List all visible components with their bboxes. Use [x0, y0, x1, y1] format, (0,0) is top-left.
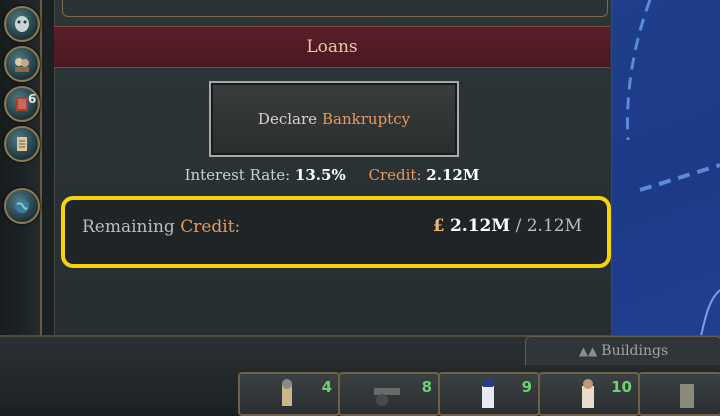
globe-icon[interactable] — [4, 188, 40, 224]
remaining-word: Remaining — [82, 217, 175, 237]
tab-buildings[interactable]: ▲▲ Buildings — [525, 336, 720, 365]
remaining-credit-word: Credit: — [180, 217, 241, 237]
buildings-icon: ▲▲ — [578, 344, 598, 358]
infantry-icon — [282, 379, 292, 406]
left-sidebar: 6 — [0, 0, 42, 340]
people-icon[interactable] — [4, 46, 40, 82]
unit-count: 9 — [521, 378, 532, 396]
unit-card-artillery[interactable]: 8 — [338, 372, 440, 416]
cavalry-icon — [582, 379, 594, 408]
scroll-icon[interactable] — [4, 126, 40, 162]
remaining-credit-value: £ 2.12M / 2.12M — [433, 216, 582, 236]
remaining-total: / 2.12M — [515, 216, 582, 236]
buildings-label: Buildings — [601, 343, 669, 359]
interest-rate-label: Interest Rate: — [184, 166, 291, 184]
declare-label: Declare — [257, 110, 318, 128]
credit-label: Credit: — [368, 166, 422, 184]
unit-count: 4 — [321, 378, 332, 396]
pound-icon: £ — [432, 216, 445, 236]
interest-rate-value: 13.5% — [294, 166, 346, 184]
remaining-credit-label: Remaining Credit: — [82, 217, 240, 237]
unit-card-partial[interactable] — [638, 372, 720, 416]
unit-count: 10 — [611, 378, 632, 396]
notification-badge: 6 — [28, 92, 37, 106]
unit-card-cavalry[interactable]: 10 — [538, 372, 640, 416]
cannon-icon — [374, 388, 400, 406]
loan-rates: Interest Rate: 13.5% Credit: 2.12M — [54, 166, 610, 184]
unit-card-guard[interactable]: 9 — [438, 372, 540, 416]
unit-card-infantry[interactable]: 4 — [238, 372, 340, 416]
top-frame — [62, 0, 608, 17]
bankruptcy-label: Bankruptcy — [322, 110, 411, 128]
declare-bankruptcy-button[interactable]: Declare Bankruptcy — [209, 81, 459, 157]
guard-icon — [482, 379, 494, 408]
credit-value: 2.12M — [426, 166, 480, 184]
loans-title: Loans — [306, 37, 358, 57]
remaining-amount: 2.12M — [449, 216, 511, 236]
unit-icon — [680, 384, 694, 408]
mask-icon[interactable] — [4, 6, 40, 42]
map-area[interactable] — [610, 0, 720, 340]
unit-count: 8 — [421, 378, 432, 396]
map-borders — [626, 0, 720, 340]
loans-header: Loans — [54, 26, 610, 68]
